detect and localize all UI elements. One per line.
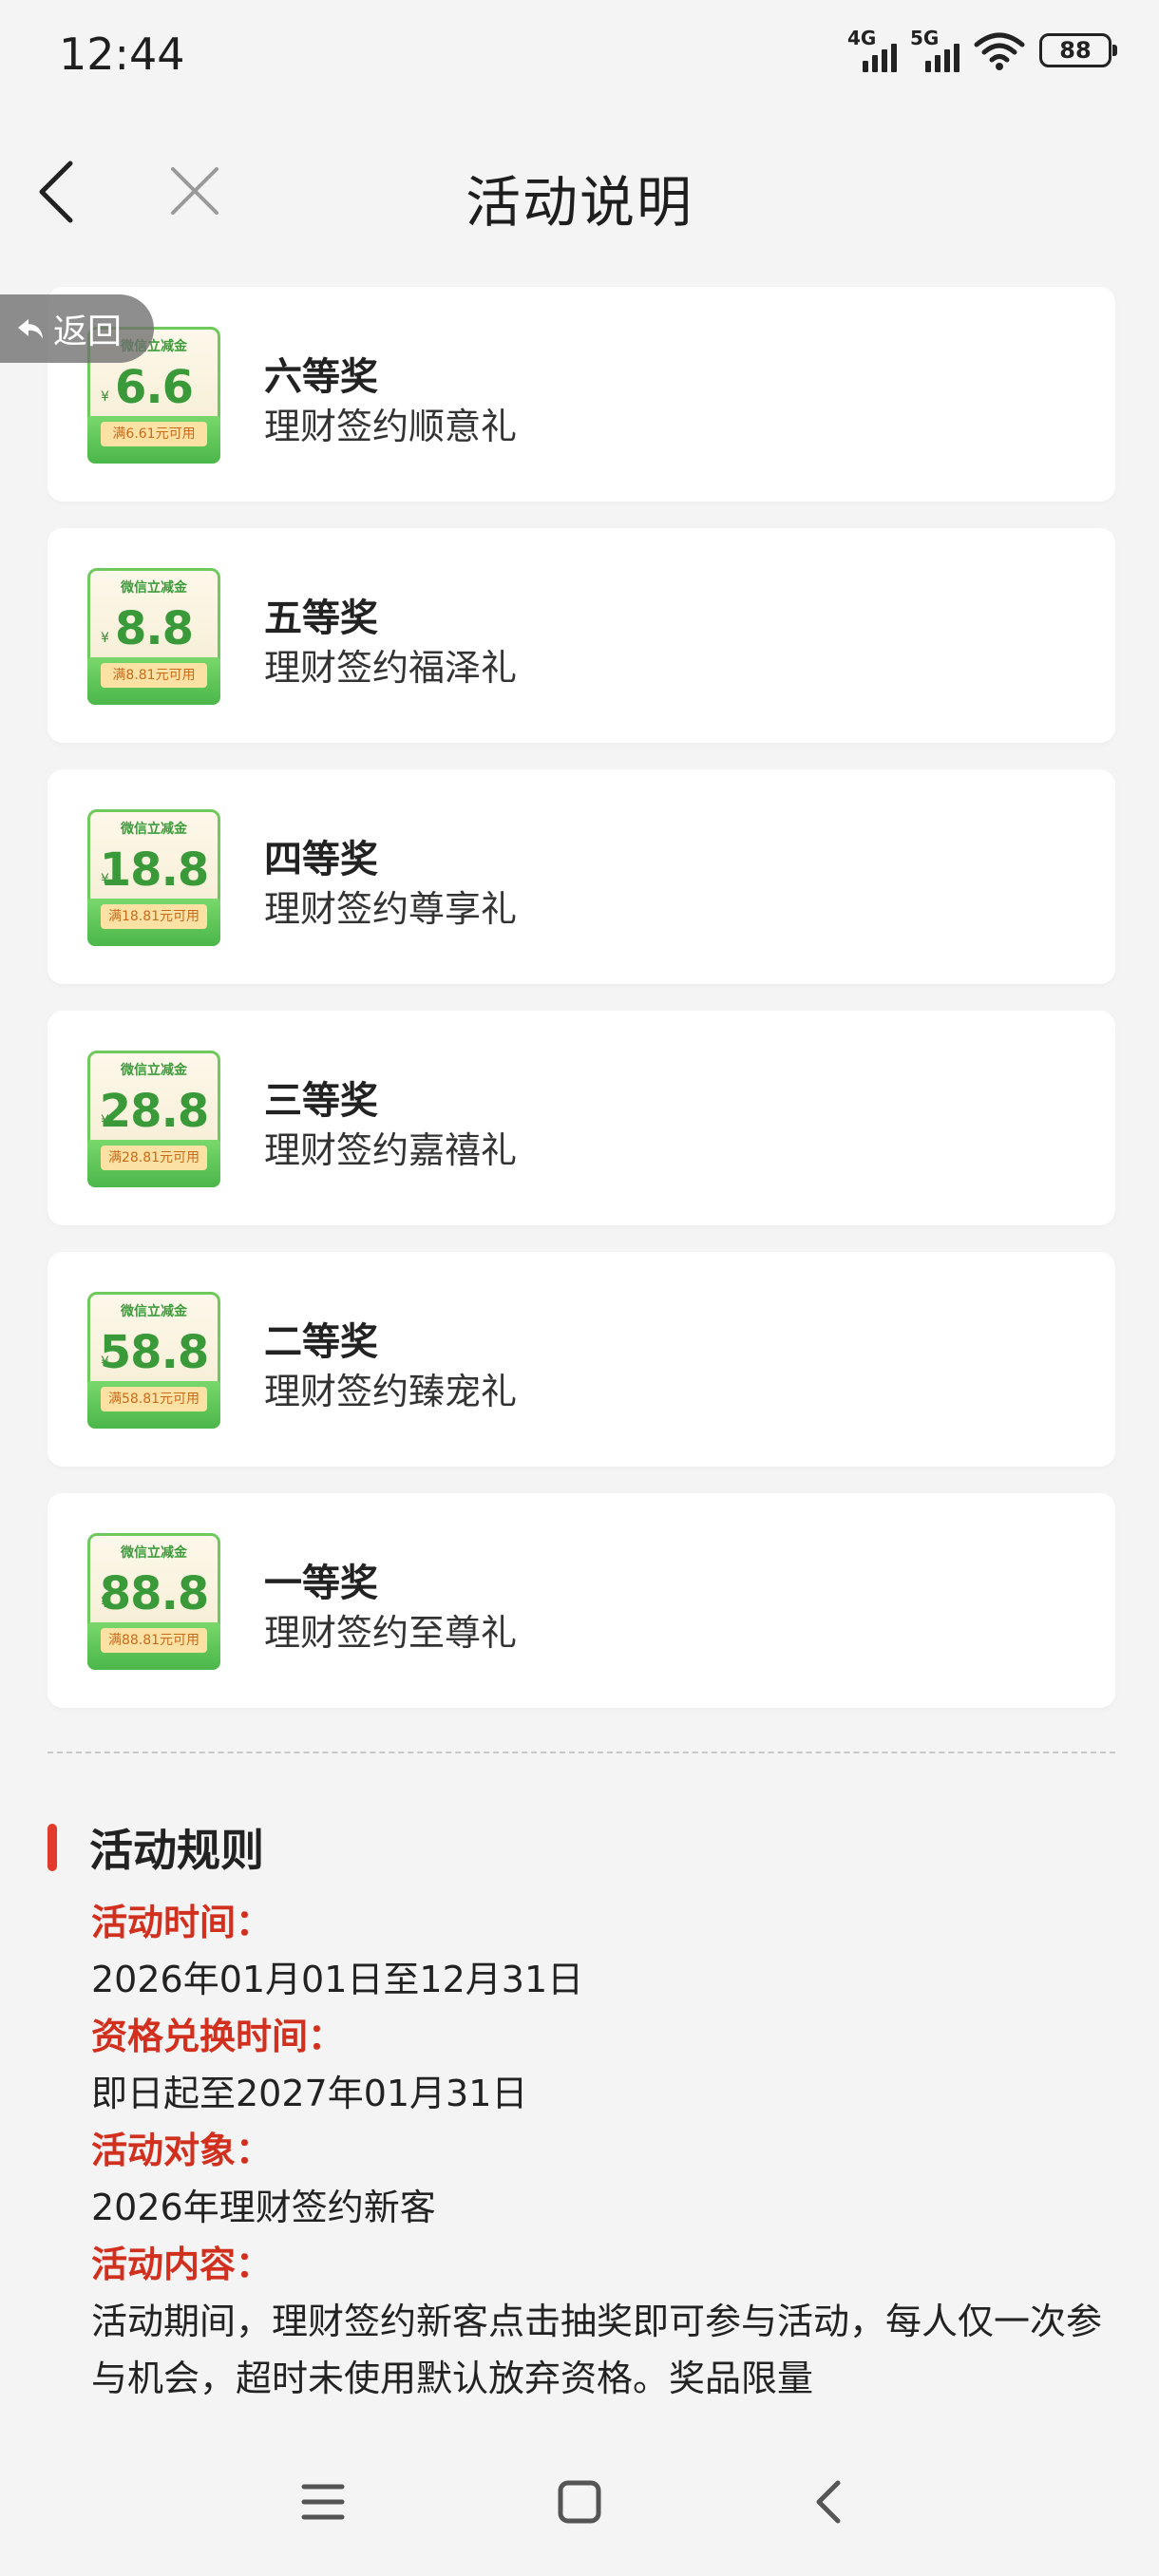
coupon-amount: 28.8 xyxy=(99,1085,209,1138)
return-label: 返回 xyxy=(53,313,123,351)
prize-card: 微信立减金 ¥18.8 满18.81元可用 四等奖 理财签约尊享礼 xyxy=(48,769,1115,984)
coupon-condition: 满58.81元可用 xyxy=(101,1387,207,1411)
coupon-condition: 满6.61元可用 xyxy=(101,422,207,446)
prize-desc: 理财签约至尊礼 xyxy=(264,1612,518,1654)
nav-bar: 活动说明 xyxy=(0,110,1159,270)
rule-label-content: 活动内容： xyxy=(91,2244,273,2285)
prize-title: 四等奖 xyxy=(264,838,378,881)
rule-value-target: 2026年理财签约新客 xyxy=(91,2187,436,2228)
coupon-condition: 满88.81元可用 xyxy=(101,1628,207,1653)
system-nav-bar xyxy=(0,2428,1159,2576)
prize-desc: 理财签约臻宠礼 xyxy=(264,1371,518,1412)
coupon-top-label: 微信立减金 xyxy=(121,822,187,837)
status-icons: 4G 5G 88 xyxy=(847,27,1117,72)
prize-desc: 理财签约顺意礼 xyxy=(264,406,518,447)
rule-label-exchange: 资格兑换时间： xyxy=(91,2016,345,2057)
prize-desc: 理财签约嘉禧礼 xyxy=(264,1129,518,1171)
prize-title: 六等奖 xyxy=(264,355,378,399)
coupon-top-label: 微信立减金 xyxy=(121,580,187,596)
home-square-icon[interactable] xyxy=(551,2473,608,2530)
prize-card: 微信立减金 ¥58.8 满58.81元可用 二等奖 理财签约臻宠礼 xyxy=(48,1252,1115,1467)
section-accent-bar xyxy=(48,1824,57,1871)
page-title: 活动说明 xyxy=(465,170,694,235)
coupon-amount: 88.8 xyxy=(99,1567,209,1620)
return-button[interactable]: 返回 xyxy=(0,294,154,363)
coupon-icon: 微信立减金 ¥58.8 满58.81元可用 xyxy=(87,1292,220,1429)
coupon-amount: 8.8 xyxy=(114,602,194,655)
signal-4g-icon: 4G xyxy=(847,27,897,72)
rules-section: 活动规则 活动时间： 2026年01月01日至12月31日 资格兑换时间： 即日… xyxy=(48,1814,1115,2407)
status-bar: 12:44 4G 5G 88 xyxy=(0,0,1159,110)
coupon-icon: 微信立减金 ¥88.8 满88.81元可用 xyxy=(87,1533,220,1670)
rules-body: 活动时间： 2026年01月01日至12月31日 资格兑换时间： 即日起至202… xyxy=(91,1894,1115,2407)
rules-header: 活动规则 xyxy=(48,1814,1115,1881)
coupon-top-label: 微信立减金 xyxy=(121,1063,187,1078)
prize-title: 五等奖 xyxy=(264,597,378,640)
coupon-icon: 微信立减金 ¥28.8 满28.81元可用 xyxy=(87,1051,220,1187)
coupon-amount: 18.8 xyxy=(99,843,209,897)
network-type-label: 5G xyxy=(910,27,940,49)
prize-desc: 理财签约尊享礼 xyxy=(264,888,518,930)
coupon-icon: 微信立减金 ¥18.8 满18.81元可用 xyxy=(87,809,220,946)
rule-value-exchange: 即日起至2027年01月31日 xyxy=(91,2073,528,2114)
coupon-amount: 6.6 xyxy=(114,361,194,414)
wifi-icon xyxy=(974,32,1025,70)
divider xyxy=(48,1752,1115,1753)
coupon-top-label: 微信立减金 xyxy=(121,1545,187,1561)
status-time: 12:44 xyxy=(59,28,185,80)
rule-label-time: 活动时间： xyxy=(91,1902,273,1943)
prize-title: 二等奖 xyxy=(264,1320,378,1364)
coupon-amount: 58.8 xyxy=(99,1326,209,1379)
coupon-condition: 满28.81元可用 xyxy=(101,1146,207,1170)
network-type-label: 4G xyxy=(847,27,877,49)
rule-label-target: 活动对象： xyxy=(91,2130,273,2171)
prize-card: 微信立减金 ¥8.8 满8.81元可用 五等奖 理财签约福泽礼 xyxy=(48,528,1115,743)
prize-list: 微信立减金 ¥6.6 满6.61元可用 六等奖 理财签约顺意礼 微信立减金 ¥8.8 满8.8… xyxy=(48,287,1115,1734)
battery-icon: 88 xyxy=(1039,33,1117,67)
prize-card: 微信立减金 ¥6.6 满6.61元可用 六等奖 理财签约顺意礼 xyxy=(48,287,1115,502)
prize-title: 一等奖 xyxy=(264,1562,378,1605)
signal-5g-icon: 5G xyxy=(910,27,960,72)
prize-title: 三等奖 xyxy=(264,1079,378,1123)
back-triangle-icon[interactable] xyxy=(800,2473,857,2530)
menu-icon[interactable] xyxy=(294,2473,352,2530)
prize-card: 微信立减金 ¥88.8 满88.81元可用 一等奖 理财签约至尊礼 xyxy=(48,1493,1115,1708)
rule-value-time: 2026年01月01日至12月31日 xyxy=(91,1959,584,2000)
return-arrow-icon xyxy=(18,319,43,339)
battery-level: 88 xyxy=(1059,37,1092,64)
coupon-icon: 微信立减金 ¥8.8 满8.81元可用 xyxy=(87,568,220,705)
coupon-condition: 满18.81元可用 xyxy=(101,904,207,929)
rules-title: 活动规则 xyxy=(89,1825,264,1876)
coupon-top-label: 微信立减金 xyxy=(121,1304,187,1319)
rule-value-content: 活动期间，理财签约新客点击抽奖即可参与活动，每人仅一次参与机会，超时未使用默认放… xyxy=(91,2301,1103,2399)
prize-card: 微信立减金 ¥28.8 满28.81元可用 三等奖 理财签约嘉禧礼 xyxy=(48,1011,1115,1225)
coupon-condition: 满8.81元可用 xyxy=(101,663,207,688)
prize-desc: 理财签约福泽礼 xyxy=(264,647,518,689)
